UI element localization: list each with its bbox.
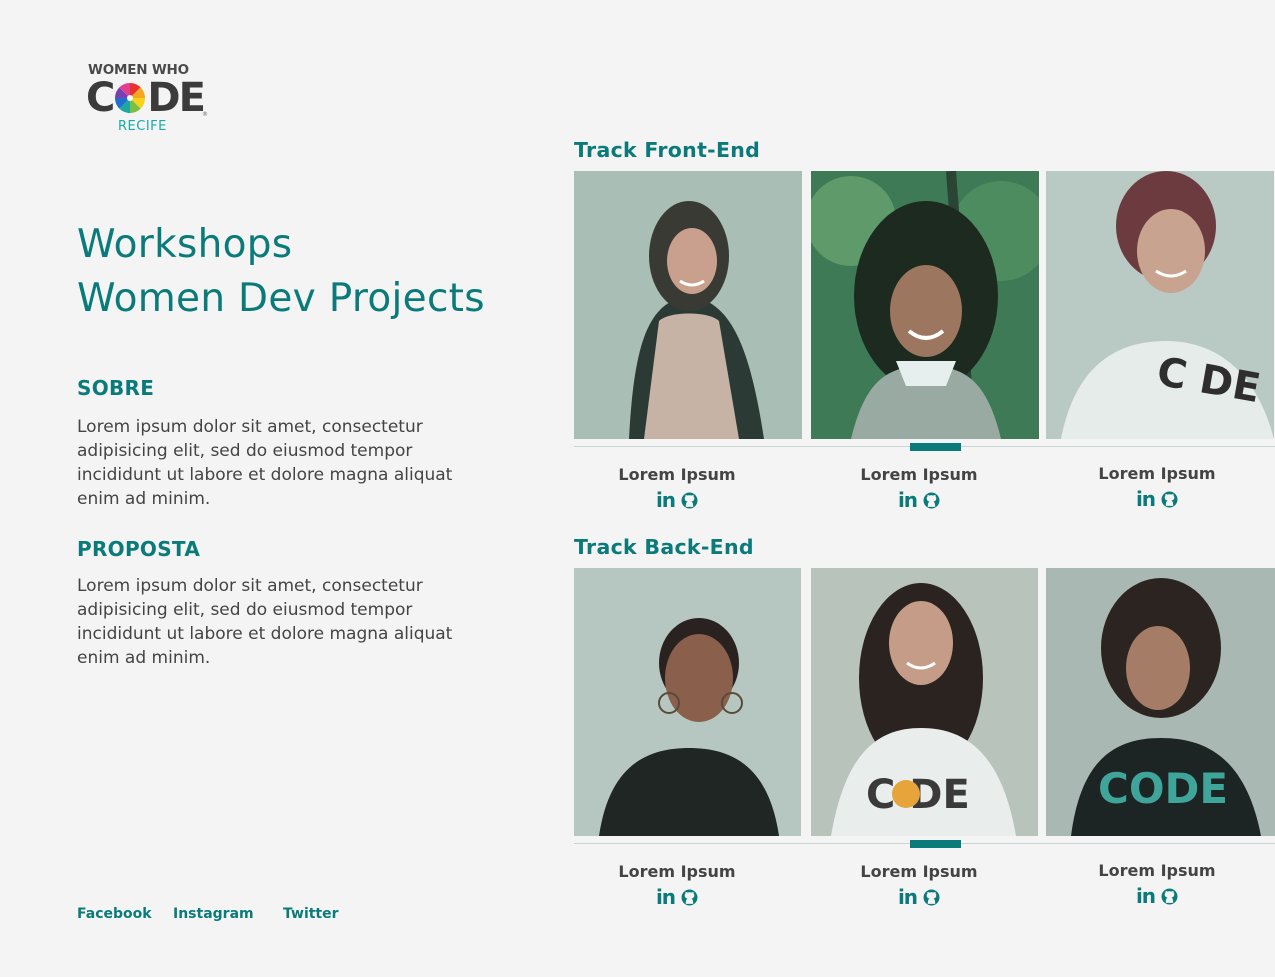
github-icon[interactable] <box>1161 491 1178 508</box>
logo-city: RECIFE <box>118 119 167 134</box>
github-icon[interactable] <box>923 889 940 906</box>
github-icon[interactable] <box>681 492 698 509</box>
linkedin-icon[interactable]: in <box>656 887 676 907</box>
member-name: Lorem Ipsum <box>618 862 736 881</box>
track-back-end-title: Track Back-End <box>574 535 754 559</box>
linkedin-icon[interactable]: in <box>898 887 918 907</box>
logo-wordmark: C DE <box>86 75 206 121</box>
member-name: Lorem Ipsum <box>860 862 978 881</box>
page-title: Workshops Women Dev Projects <box>77 218 485 326</box>
track-front-end-title: Track Front-End <box>574 138 761 162</box>
member-photo[interactable] <box>574 568 801 836</box>
member-name: Lorem Ipsum <box>618 465 736 484</box>
member-name: Lorem Ipsum <box>860 465 978 484</box>
github-icon[interactable] <box>923 492 940 509</box>
member-card: Lorem Ipsum in <box>805 862 1033 907</box>
carousel-indicator[interactable] <box>910 443 961 451</box>
page-title-line-1: Workshops <box>77 222 293 267</box>
carousel-indicator[interactable] <box>910 840 961 848</box>
member-photo[interactable]: CODE <box>1046 568 1275 836</box>
proposta-text: Lorem ipsum dolor sit amet, consectetur … <box>77 576 453 668</box>
github-icon[interactable] <box>681 889 698 906</box>
proposta-heading: PROPOSTA <box>77 537 201 561</box>
member-card: Lorem Ipsum in <box>1043 861 1271 906</box>
github-icon[interactable] <box>1161 888 1178 905</box>
linkedin-icon[interactable]: in <box>898 490 918 510</box>
linkedin-icon[interactable]: in <box>1136 886 1156 906</box>
linkedin-icon[interactable]: in <box>656 490 676 510</box>
logo-letters-right: DE <box>147 75 206 121</box>
member-name: Lorem Ipsum <box>1098 861 1216 880</box>
member-card: Lorem Ipsum in <box>1043 464 1271 509</box>
facebook-link[interactable]: Facebook <box>77 906 152 922</box>
logo-letters-left: C <box>86 75 115 121</box>
member-name: Lorem Ipsum <box>1098 464 1216 483</box>
member-photo[interactable] <box>574 171 802 439</box>
sobre-text: Lorem ipsum dolor sit amet, consectetur … <box>77 417 453 509</box>
member-card: Lorem Ipsum in <box>563 465 791 510</box>
sobre-heading: SOBRE <box>77 376 155 400</box>
page-title-line-2: Women Dev Projects <box>77 276 485 321</box>
member-photo[interactable] <box>811 171 1039 439</box>
member-card: Lorem Ipsum in <box>563 862 791 907</box>
linkedin-icon[interactable]: in <box>1136 489 1156 509</box>
member-card: Lorem Ipsum in <box>805 465 1033 510</box>
instagram-link[interactable]: Instagram <box>173 906 254 922</box>
logo-registered-mark: ® <box>202 111 208 118</box>
svg-text:CODE: CODE <box>1098 764 1228 813</box>
member-photo[interactable]: C DE <box>811 568 1038 836</box>
twitter-link[interactable]: Twitter <box>283 906 339 922</box>
umbrella-wheel-icon <box>115 83 146 113</box>
member-photo[interactable]: C DE <box>1046 171 1274 439</box>
brand-logo[interactable]: WOMEN WHO C DE ® RECIFE <box>86 62 211 136</box>
